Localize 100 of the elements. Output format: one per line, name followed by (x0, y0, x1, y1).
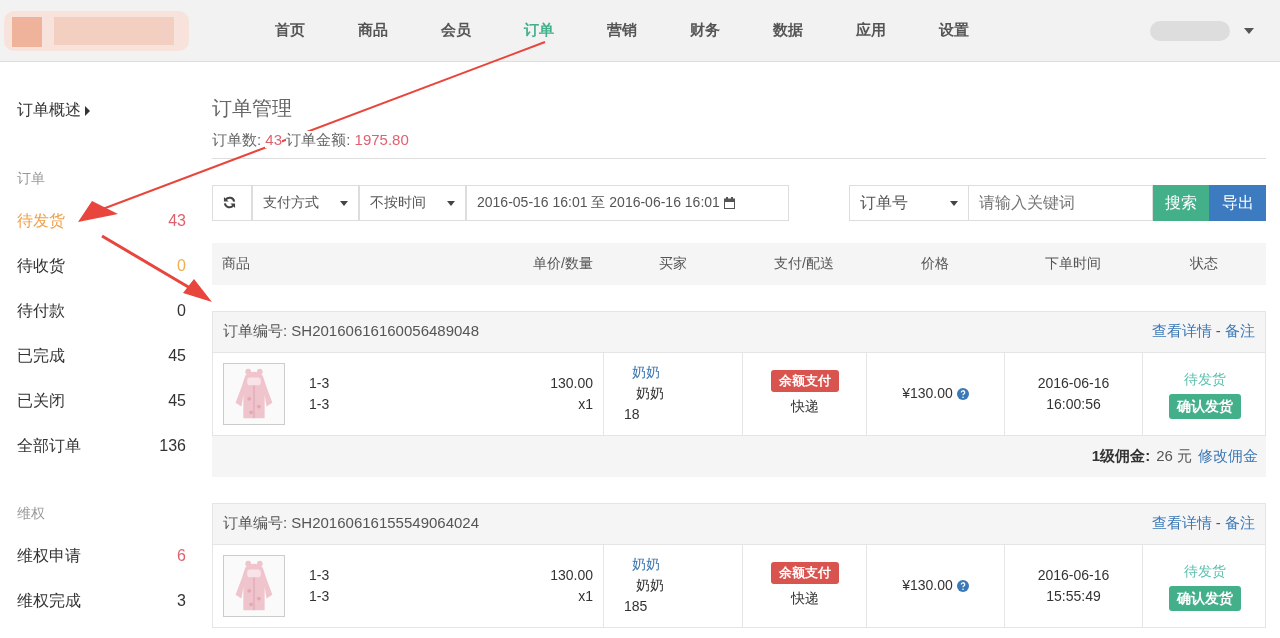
item-label: 已完成 (17, 346, 65, 366)
payment-badge: 余额支付 (770, 562, 839, 584)
buyer-link[interactable]: 奶奶 (632, 362, 660, 383)
order-label: 订单编号: (223, 322, 288, 340)
date-range-field[interactable]: 2016-05-16 16:01 至 2016-06-16 16:01 (466, 184, 789, 221)
payment-badge: 余额支付 (770, 370, 839, 392)
order-status: 待发货 (1184, 561, 1226, 581)
note-link[interactable]: 备注 (1225, 322, 1255, 340)
help-icon[interactable] (956, 388, 969, 401)
unit-price: 130.00 (550, 373, 593, 393)
commission-value: 26 元 (1156, 445, 1192, 466)
sidebar-item[interactable]: 待发货 43 (17, 209, 186, 254)
column-header: 价格 (920, 254, 950, 273)
item-label: 待收货 (17, 256, 65, 276)
refresh-button[interactable] (212, 184, 252, 221)
detail-link[interactable]: 查看详情 (1151, 322, 1212, 340)
order-time: 16:00:56 (1046, 394, 1101, 414)
nav-tab[interactable]: 商品 (331, 19, 414, 42)
caret-icon (447, 200, 455, 206)
order-number: SH20160616160056489048 (291, 322, 480, 340)
calendar-icon (723, 197, 735, 210)
sidebar-link[interactable]: 订单概述 (17, 98, 81, 122)
section-title: 订单 (17, 169, 46, 188)
item-count: 0 (177, 301, 186, 321)
detail-link[interactable]: 查看详情 (1151, 514, 1212, 532)
column-header: 商品 (222, 255, 250, 271)
caret-icon (340, 200, 348, 206)
page-title: 订单管理 (212, 96, 293, 121)
sidebar-item[interactable]: 维权申请 6 (17, 544, 186, 589)
item-count: 45 (168, 346, 186, 366)
column-header: 买家 (657, 254, 688, 273)
product-spec: 1-3 (309, 565, 331, 585)
item-label: 待发货 (17, 211, 65, 231)
item-label: 维权完成 (17, 591, 81, 611)
caret-icon[interactable] (1244, 27, 1254, 34)
column-header: 单价/数量 (532, 254, 594, 273)
keyword-field[interactable]: 请输入关键词 (969, 184, 1153, 221)
quantity: x1 (577, 586, 593, 606)
caret-icon (950, 200, 958, 206)
item-label: 待付款 (17, 301, 65, 321)
buyer-link[interactable]: 奶奶 (632, 554, 660, 575)
sidebar-item[interactable]: 维权完成 3 (17, 589, 186, 634)
price: ¥130.00 (902, 384, 953, 403)
item-label: 维权申请 (17, 546, 81, 566)
item-count: 43 (168, 211, 186, 231)
refresh-icon (223, 196, 236, 209)
order-status: 待发货 (1184, 369, 1226, 389)
product-spec: 1-3 (309, 586, 331, 606)
nav-tab[interactable]: 首页 (248, 19, 331, 42)
nav-tab[interactable]: 数据 (746, 19, 829, 42)
help-icon[interactable] (956, 580, 969, 593)
column-header: 状态 (1189, 254, 1219, 273)
quantity: x1 (577, 394, 593, 414)
item-count: 3 (177, 591, 186, 611)
buyer-info: 185 (624, 597, 648, 616)
commission-label: 1级佣金: (1091, 445, 1151, 466)
item-label: 全部订单 (17, 436, 81, 456)
separator: - (1215, 514, 1221, 532)
item-count: 136 (159, 436, 186, 456)
search-type-select[interactable]: 订单号 (849, 184, 969, 221)
column-header: 支付/配送 (773, 254, 835, 273)
item-count: 0 (177, 256, 186, 276)
payment-select[interactable]: 支付方式 (252, 184, 359, 221)
order-number: SH20160616155549064024 (291, 514, 480, 532)
price: ¥130.00 (902, 576, 953, 595)
column-header: 下单时间 (1044, 254, 1102, 273)
buyer-info: 奶奶 (636, 576, 664, 595)
sidebar-item[interactable]: 已完成 45 (17, 344, 186, 389)
order-date: 2016-06-16 (1037, 565, 1110, 585)
note-link[interactable]: 备注 (1225, 514, 1255, 532)
product-spec: 1-3 (309, 373, 331, 393)
nav-tab[interactable]: 营销 (580, 19, 663, 42)
summary-label: 订单金额: (286, 131, 351, 148)
time-select[interactable]: 不按时间 (359, 184, 466, 221)
item-count: 45 (168, 391, 186, 411)
edit-commission-link[interactable]: 修改佣金 (1198, 444, 1258, 468)
nav-tab[interactable]: 设置 (912, 19, 995, 42)
item-count: 6 (177, 546, 186, 566)
product-spec: 1-3 (309, 394, 331, 414)
buyer-info: 奶奶 (636, 384, 664, 403)
delivery-method: 快递 (790, 396, 819, 416)
order-date: 2016-06-16 (1037, 373, 1110, 393)
summary-label: 订单数: (212, 131, 262, 148)
sidebar-item[interactable]: 已关闭 45 (17, 389, 186, 434)
order-label: 订单编号: (223, 514, 288, 532)
section-title: 维权 (17, 504, 46, 523)
sidebar-item[interactable]: 待收货 0 (17, 254, 186, 299)
buyer-info: 18 (624, 405, 640, 424)
delivery-method: 快递 (790, 588, 819, 608)
nav-tab[interactable]: 财务 (663, 19, 746, 42)
sidebar-item[interactable]: 全部订单 136 (17, 434, 186, 479)
nav-tab[interactable]: 会员 (414, 19, 497, 42)
export-button[interactable]: 导出 (1209, 184, 1266, 221)
caret-icon (85, 105, 90, 116)
nav-tab[interactable]: 应用 (829, 19, 912, 42)
separator: - (1215, 322, 1221, 340)
sidebar-item[interactable]: 待付款 0 (17, 299, 186, 344)
unit-price: 130.00 (550, 565, 593, 585)
item-label: 已关闭 (17, 391, 65, 411)
order-time: 15:55:49 (1046, 586, 1101, 606)
